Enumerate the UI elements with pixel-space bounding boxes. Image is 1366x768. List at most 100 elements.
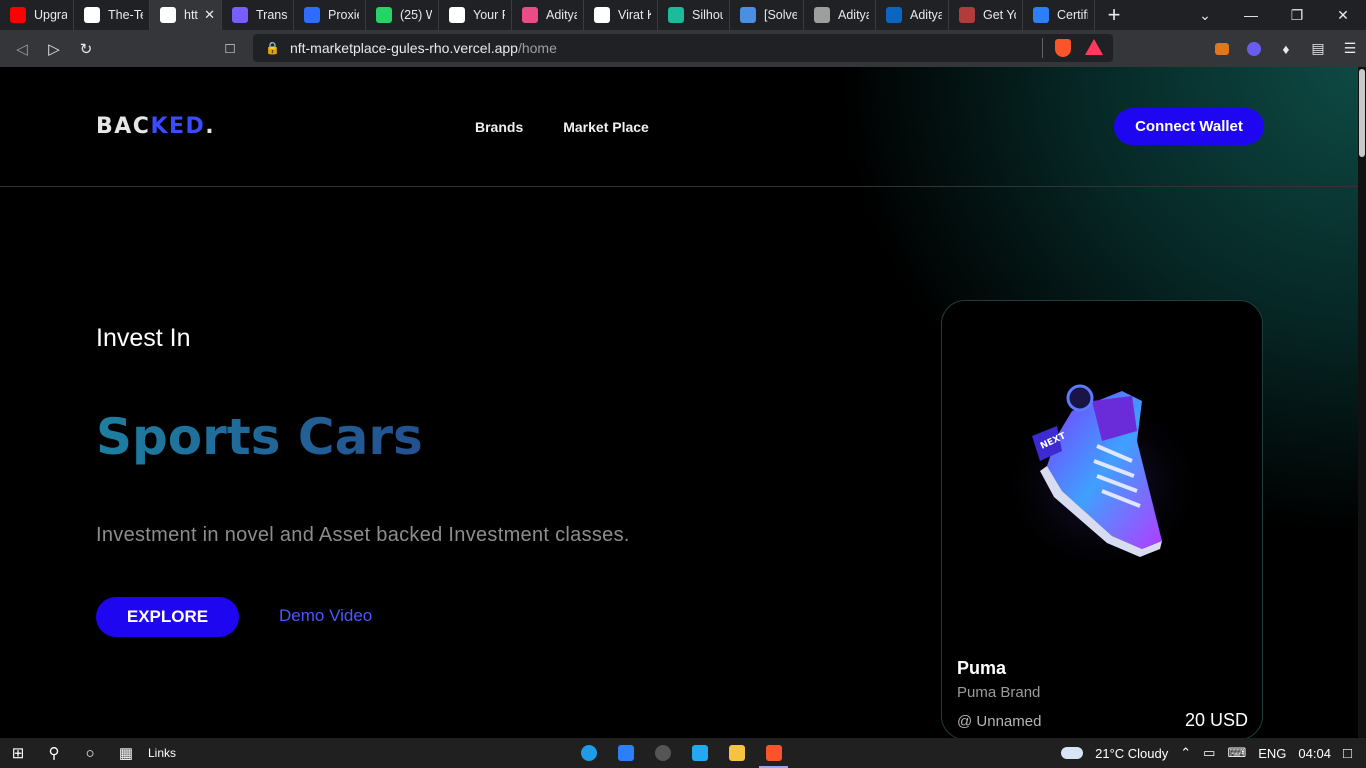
- url-path: /home: [517, 40, 557, 56]
- github-icon: [84, 7, 100, 23]
- tab-title: [Solvec: [764, 8, 797, 22]
- header-divider: [0, 186, 1358, 187]
- minimize-button[interactable]: —: [1228, 0, 1274, 30]
- tab-title: Aditya: [546, 8, 577, 22]
- browser-tab[interactable]: Certific: [1023, 0, 1095, 30]
- weather-text[interactable]: 21°C Cloudy: [1095, 746, 1168, 761]
- tab-title: Certific: [1057, 8, 1088, 22]
- browser-tab[interactable]: Get Yo: [949, 0, 1023, 30]
- tab-title: (25) W: [400, 8, 432, 22]
- p-icon: [668, 7, 684, 23]
- links-toolbar[interactable]: Links: [148, 746, 176, 760]
- tab-title: Transp: [256, 8, 287, 22]
- web-page: BACKED. Brands Market Place Connect Wall…: [0, 67, 1366, 738]
- dell-icon[interactable]: [644, 738, 681, 768]
- edge-icon[interactable]: [570, 738, 607, 768]
- page-scrollbar[interactable]: [1358, 67, 1366, 738]
- github-icon: [449, 7, 465, 23]
- close-window-button[interactable]: ✕: [1320, 0, 1366, 30]
- cortana-icon[interactable]: ○: [72, 738, 108, 768]
- browser-tab[interactable]: Aditya: [876, 0, 949, 30]
- tab-list: Upgrad The-Te http ✕ Transp Proxies (25) W Your…: [0, 0, 1095, 30]
- nav-marketplace-link[interactable]: Market Place: [563, 119, 649, 135]
- hero-eyebrow: Invest In: [96, 324, 191, 352]
- browser-tab[interactable]: Aditya: [512, 0, 584, 30]
- tab-title: Virat K: [618, 8, 651, 22]
- info-icon: [740, 7, 756, 23]
- dribbble-icon: [522, 7, 538, 23]
- tab-title: Get Yo: [983, 8, 1016, 22]
- tab-title: http: [184, 8, 198, 22]
- clock[interactable]: 04:04: [1298, 746, 1331, 761]
- vscode-icon[interactable]: [681, 738, 718, 768]
- brave-rewards-icon[interactable]: [1085, 39, 1103, 55]
- new-tab-button[interactable]: +: [1099, 0, 1129, 30]
- extensions-area: ♦ ▤ ☰: [1206, 30, 1366, 67]
- wallet-icon[interactable]: ▤: [1302, 34, 1334, 64]
- card-brand: Puma Brand: [957, 684, 1041, 701]
- bookmark-icon[interactable]: □: [214, 34, 246, 64]
- browser-tab[interactable]: Proxies: [294, 0, 366, 30]
- tab-title: Proxies: [328, 8, 359, 22]
- tray-chevron-icon[interactable]: ⌃: [1180, 745, 1191, 761]
- tab-search-icon[interactable]: ⌄: [1182, 0, 1228, 30]
- browser-tab-strip: Upgrad The-Te http ✕ Transp Proxies (25) W Your…: [0, 0, 1366, 30]
- card-owner: @ Unnamed: [957, 713, 1042, 730]
- system-tray: 21°C Cloudy ⌃ ▭ ⌨ ENG 04:04 □: [1055, 738, 1366, 768]
- lock-icon: 🔒: [265, 41, 280, 55]
- browser-tab[interactable]: Your R: [439, 0, 512, 30]
- windows-start-icon[interactable]: ⊞: [0, 738, 36, 768]
- metamask-icon[interactable]: [1206, 34, 1238, 64]
- mail-icon[interactable]: [607, 738, 644, 768]
- keyboard-icon[interactable]: ⌨: [1227, 745, 1246, 761]
- search-icon[interactable]: ⚲: [36, 738, 72, 768]
- notifications-icon[interactable]: □: [1343, 745, 1352, 762]
- brave-shields-icon[interactable]: [1055, 39, 1071, 57]
- tab-title: The-Te: [108, 8, 143, 22]
- logo-accent-text: KED: [150, 114, 206, 139]
- tab-title: Silhou: [692, 8, 723, 22]
- browser-tab[interactable]: (25) W: [366, 0, 439, 30]
- connect-wallet-button[interactable]: Connect Wallet: [1114, 108, 1264, 145]
- nft-card[interactable]: NEXT Puma Puma Brand @ Unnamed 20 USD: [941, 300, 1263, 738]
- file-explorer-icon[interactable]: [718, 738, 755, 768]
- browser-tab[interactable]: Transp: [222, 0, 294, 30]
- window-controls: ⌄ — ❐ ✕: [1182, 0, 1366, 30]
- back-button[interactable]: ◁: [6, 34, 38, 64]
- cert-icon: [1033, 7, 1049, 23]
- logo-dot: .: [205, 114, 216, 139]
- browser-tab[interactable]: [Solvec: [730, 0, 804, 30]
- restore-button[interactable]: ❐: [1274, 0, 1320, 30]
- z-icon: [304, 7, 320, 23]
- os-taskbar: ⊞ ⚲ ○ ▦ Links 21°C Cloudy ⌃ ▭ ⌨ ENG 04:0…: [0, 738, 1366, 768]
- reload-button[interactable]: ↻: [70, 34, 102, 64]
- close-tab-icon[interactable]: ✕: [204, 7, 215, 23]
- browser-tab[interactable]: Silhou: [658, 0, 730, 30]
- backed-logo[interactable]: BACKED.: [96, 114, 215, 139]
- language-indicator[interactable]: ENG: [1258, 746, 1286, 761]
- browser-tab[interactable]: http ✕: [150, 0, 222, 30]
- battery-icon[interactable]: ▭: [1203, 745, 1215, 761]
- doc-icon: [594, 7, 610, 23]
- task-view-icon[interactable]: ▦: [108, 738, 144, 768]
- browser-tab[interactable]: Virat K: [584, 0, 658, 30]
- menu-icon[interactable]: ☰: [1334, 34, 1366, 64]
- cloud-icon: [1061, 747, 1084, 759]
- sneaker-image: NEXT: [1007, 384, 1197, 561]
- extension-icon[interactable]: [1238, 34, 1270, 64]
- main-nav: Brands Market Place: [475, 119, 649, 135]
- browser-tab[interactable]: Upgrad: [0, 0, 74, 30]
- image-icon: [814, 7, 830, 23]
- address-bar[interactable]: 🔒 nft-marketplace-gules-rho.vercel.app/h…: [253, 34, 1113, 62]
- brave-browser-icon[interactable]: [755, 738, 792, 768]
- browser-tab[interactable]: Aditya: [804, 0, 876, 30]
- scrollbar-thumb[interactable]: [1359, 69, 1365, 157]
- hero-tagline: Investment in novel and Asset backed Inv…: [96, 524, 630, 546]
- forward-button[interactable]: ▷: [38, 34, 70, 64]
- demo-video-link[interactable]: Demo Video: [279, 606, 372, 626]
- nav-brands-link[interactable]: Brands: [475, 119, 523, 135]
- explore-button[interactable]: EXPLORE: [96, 597, 239, 637]
- logo-text: BAC: [96, 114, 151, 139]
- browser-tab[interactable]: The-Te: [74, 0, 150, 30]
- puzzle-icon[interactable]: ♦: [1270, 34, 1302, 64]
